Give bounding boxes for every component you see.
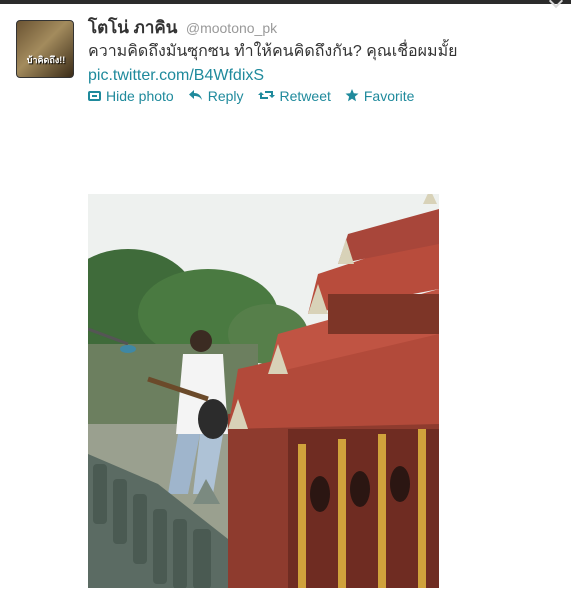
retweet-button[interactable]: Retweet xyxy=(257,88,331,104)
reply-button[interactable]: Reply xyxy=(188,88,244,104)
tweet-actions: Hide photo Reply Retweet Favorite xyxy=(88,88,428,104)
retweet-icon xyxy=(257,89,275,103)
hide-photo-button[interactable]: Hide photo xyxy=(88,88,174,104)
tweet-photo-link[interactable]: pic.twitter.com/B4WfdixS xyxy=(88,67,264,84)
star-icon xyxy=(345,88,359,104)
tweet-photo[interactable] xyxy=(88,194,439,588)
tweet: บ้าคิดถึง!! โตโน่ ภาคิน @mootono_pk ความ… xyxy=(0,4,571,598)
reply-arrow-icon xyxy=(188,89,203,103)
tweet-body: ความคิดถึงมันซุกซน ทำให้คนคิดถึงกัน? คุณ… xyxy=(88,43,458,60)
reply-label: Reply xyxy=(207,88,244,104)
fullname[interactable]: โตโน่ ภาคิน xyxy=(88,18,177,37)
favorite-label: Favorite xyxy=(363,88,415,104)
photo-icon xyxy=(88,91,101,101)
favorite-button[interactable]: Favorite xyxy=(345,88,415,104)
avatar-text: บ้าคิดถึง!! xyxy=(26,55,66,65)
avatar[interactable]: บ้าคิดถึง!! xyxy=(16,20,74,78)
photo-scene xyxy=(88,194,439,588)
retweet-label: Retweet xyxy=(279,88,331,104)
tweet-text: ความคิดถึงมันซุกซน ทำให้คนคิดถึงกัน? คุณ… xyxy=(88,40,558,88)
username[interactable]: @mootono_pk xyxy=(186,20,277,36)
tweet-header: โตโน่ ภาคิน @mootono_pk xyxy=(88,14,277,41)
hide-photo-label: Hide photo xyxy=(106,88,174,104)
